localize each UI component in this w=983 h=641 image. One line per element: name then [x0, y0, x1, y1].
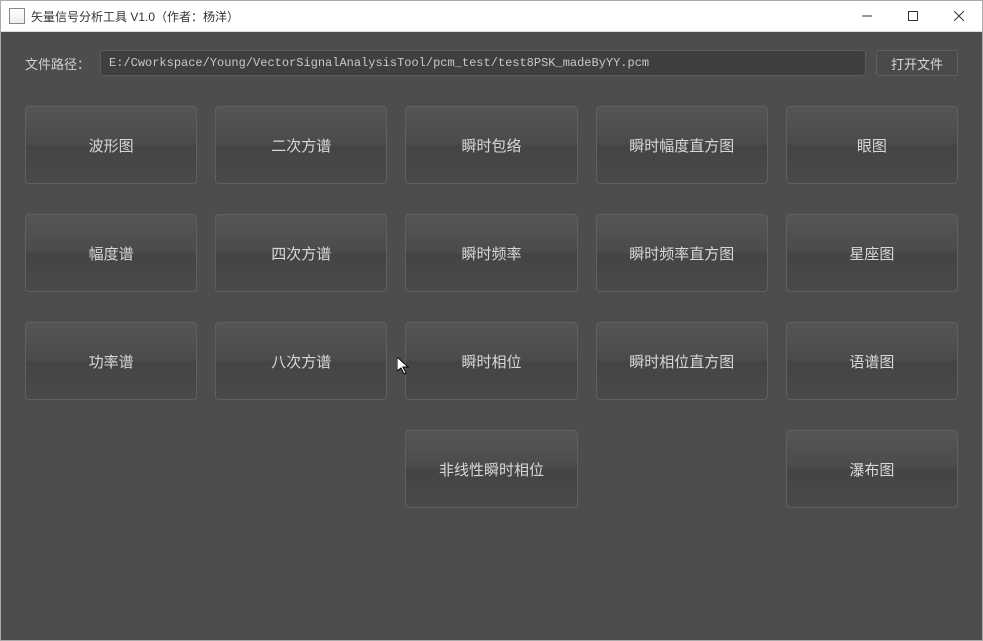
close-button[interactable] — [936, 1, 982, 31]
instant-frequency-button[interactable]: 瞬时频率 — [405, 214, 577, 292]
spectrogram-button[interactable]: 语谱图 — [786, 322, 958, 400]
instant-envelope-button[interactable]: 瞬时包络 — [405, 106, 577, 184]
minimize-button[interactable] — [844, 1, 890, 31]
second-power-spectrum-button[interactable]: 二次方谱 — [215, 106, 387, 184]
instant-phase-button[interactable]: 瞬时相位 — [405, 322, 577, 400]
eye-diagram-button[interactable]: 眼图 — [786, 106, 958, 184]
amplitude-spectrum-button[interactable]: 幅度谱 — [25, 214, 197, 292]
filepath-row: 文件路径： 打开文件 — [25, 50, 958, 76]
filepath-label: 文件路径： — [25, 54, 90, 73]
fourth-power-spectrum-button[interactable]: 四次方谱 — [215, 214, 387, 292]
waveform-button[interactable]: 波形图 — [25, 106, 197, 184]
window-controls — [844, 1, 982, 31]
open-file-button[interactable]: 打开文件 — [876, 50, 958, 76]
titlebar: 矢量信号分析工具 V1.0（作者：杨洋） — [1, 1, 982, 32]
instant-phase-histogram-button[interactable]: 瞬时相位直方图 — [596, 322, 768, 400]
window-title: 矢量信号分析工具 V1.0（作者：杨洋） — [31, 8, 844, 25]
nonlinear-instant-phase-button[interactable]: 非线性瞬时相位 — [405, 430, 577, 508]
content-area: 文件路径： 打开文件 波形图 二次方谱 瞬时包络 瞬时幅度直方图 眼图 幅度谱 … — [1, 32, 982, 640]
instant-amplitude-histogram-button[interactable]: 瞬时幅度直方图 — [596, 106, 768, 184]
eighth-power-spectrum-button[interactable]: 八次方谱 — [215, 322, 387, 400]
power-spectrum-button[interactable]: 功率谱 — [25, 322, 197, 400]
maximize-button[interactable] — [890, 1, 936, 31]
app-icon — [9, 8, 25, 24]
instant-frequency-histogram-button[interactable]: 瞬时频率直方图 — [596, 214, 768, 292]
app-window: 矢量信号分析工具 V1.0（作者：杨洋） 文件路径： 打开文件 波形图 二次方谱… — [0, 0, 983, 641]
waterfall-button[interactable]: 瀑布图 — [786, 430, 958, 508]
constellation-button[interactable]: 星座图 — [786, 214, 958, 292]
analysis-button-grid: 波形图 二次方谱 瞬时包络 瞬时幅度直方图 眼图 幅度谱 四次方谱 瞬时频率 瞬… — [25, 106, 958, 508]
filepath-input[interactable] — [100, 50, 866, 76]
